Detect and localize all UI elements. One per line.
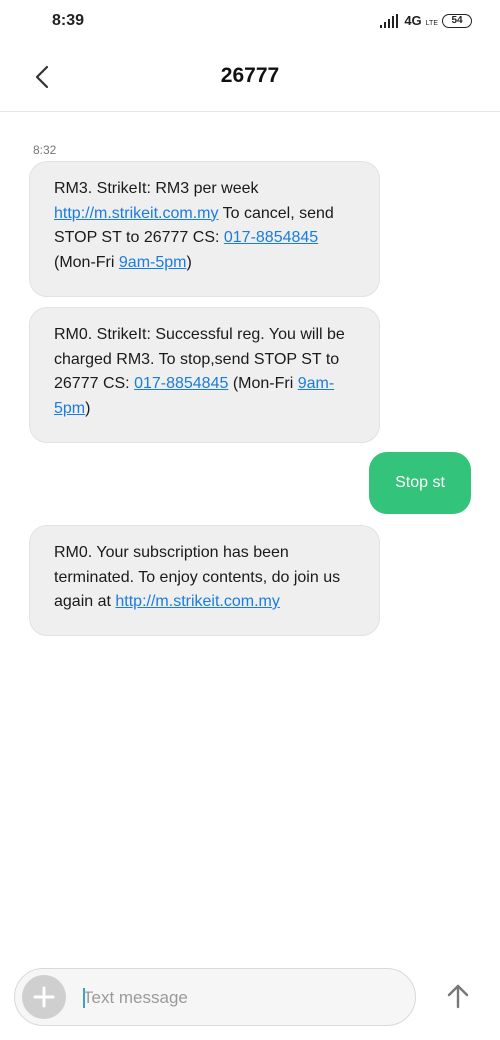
status-bar: 8:39 4G LTE 54	[0, 0, 500, 44]
message-timestamp: 8:32	[33, 143, 57, 157]
message-link[interactable]: http://m	[54, 205, 107, 222]
incoming-message-3[interactable]: RM0. Your subscription has been terminat…	[29, 525, 380, 636]
message-text: RM3. StrikeIt: RM3 per week	[54, 180, 259, 197]
incoming-message-1[interactable]: RM3. StrikeIt: RM3 per week http://m.str…	[29, 161, 380, 297]
status-indicators: 4G LTE 54	[380, 13, 472, 28]
message-composer	[14, 968, 416, 1026]
send-button[interactable]	[440, 978, 476, 1014]
message-link[interactable]: .strikeit.com.my	[107, 205, 218, 222]
network-subtype: LTE	[425, 20, 438, 27]
add-attachment-button[interactable]	[22, 975, 66, 1019]
battery-icon: 54	[442, 13, 472, 28]
contact-title: 26777	[220, 64, 280, 87]
signal-icon	[380, 13, 400, 28]
arrow-up-icon	[447, 984, 469, 1009]
conversation-header: 26777	[0, 44, 500, 112]
message-text: )	[85, 399, 91, 417]
status-time: 8:39	[52, 12, 85, 29]
message-text: (Mon-Fri	[228, 375, 298, 392]
message-link[interactable]: 017-8854845	[134, 375, 228, 392]
message-input[interactable]	[83, 985, 403, 1011]
message-link[interactable]: http://m.strikeit.com.my	[115, 593, 279, 610]
message-link[interactable]: 9am-5pm	[119, 254, 187, 271]
outgoing-message[interactable]: Stop st	[369, 452, 471, 514]
message-text: (Mon-Fri	[54, 253, 119, 271]
incoming-message-2[interactable]: RM0. StrikeIt: Successful reg. You will …	[29, 307, 380, 443]
message-text: )	[186, 253, 192, 271]
network-type: 4G	[404, 13, 422, 28]
plus-icon	[33, 986, 55, 1008]
message-link[interactable]: 017-8854845	[224, 229, 318, 246]
